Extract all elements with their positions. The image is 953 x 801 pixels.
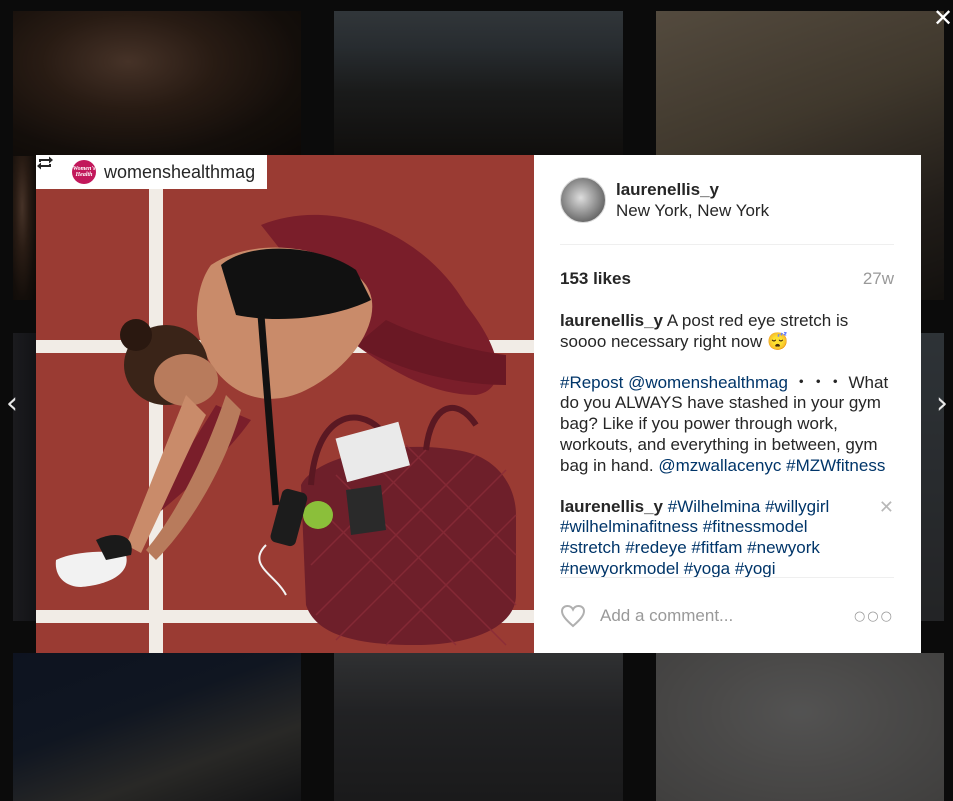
hashtag-link[interactable]: #Repost [560,373,623,392]
comments-list: laurenellis_y A post red eye stretch is … [560,311,894,580]
post-header: laurenellis_y New York, New York [560,155,894,245]
post-stats: 153 likes 27w [560,245,894,311]
hashtag-link[interactable]: #MZWfitness [786,456,885,475]
caption-emoji: 😴 [766,331,789,351]
repost-badge[interactable]: Women's Health womenshealthmag [36,155,267,189]
chevron-right-icon[interactable]: › [933,388,951,420]
post-photo-illustration [36,155,534,653]
caption: laurenellis_y A post red eye stretch is … [560,311,894,353]
post-sidebar: laurenellis_y New York, New York 153 lik… [534,155,921,653]
location-link[interactable]: New York, New York [616,200,769,221]
hashtag-link[interactable]: #fitfam [691,538,742,557]
comment-bar: ○○○ [560,577,894,634]
hashtag-link[interactable]: #redeye [625,538,686,557]
hashtag-link[interactable]: #newyork [747,538,820,557]
post-modal: Women's Health womenshealthmag laurenell… [36,155,921,653]
repost-icon [37,156,64,182]
repost-avatar: Women's Health [72,160,96,184]
repost-dots: ・・・ [792,372,844,392]
likes-count[interactable]: 153 likes [560,269,631,289]
delete-comment-icon[interactable]: ✕ [879,497,894,519]
hashtag-link[interactable]: #wilhelminafitness [560,517,698,536]
comment-username[interactable]: laurenellis_y [560,497,663,516]
hashtag-link[interactable]: #fitnessmodel [703,517,808,536]
mention-link[interactable]: @womenshealthmag [628,373,788,392]
hashtag-link[interactable]: #stretch [560,538,620,557]
comment-input[interactable] [600,606,854,626]
post-time[interactable]: 27w [863,269,894,289]
mention-link[interactable]: @mzwallacenyc [658,456,781,475]
hashtag-link[interactable]: #newyorkmodel [560,559,679,578]
hashtag-link[interactable]: #willygirl [765,497,829,516]
hashtag-link[interactable]: #Wilhelmina [668,497,761,516]
more-options-icon[interactable]: ○○○ [854,609,894,624]
repost-caption: #Repost @womenshealthmag ・・・ What do you… [560,373,894,477]
hashtag-link[interactable]: #yogi [735,559,776,578]
hashtag-link[interactable]: #yoga [684,559,730,578]
heart-icon[interactable] [560,604,586,628]
comment: laurenellis_y #Wilhelmina #willygirl #wi… [560,497,894,580]
post-photo[interactable]: Women's Health womenshealthmag [36,155,534,653]
avatar[interactable] [560,176,606,223]
chevron-left-icon[interactable]: ‹ [3,388,21,420]
caption-username[interactable]: laurenellis_y [560,311,663,330]
close-icon[interactable]: ✕ [931,6,953,30]
author-username[interactable]: laurenellis_y [616,179,769,200]
repost-username[interactable]: womenshealthmag [104,162,255,183]
